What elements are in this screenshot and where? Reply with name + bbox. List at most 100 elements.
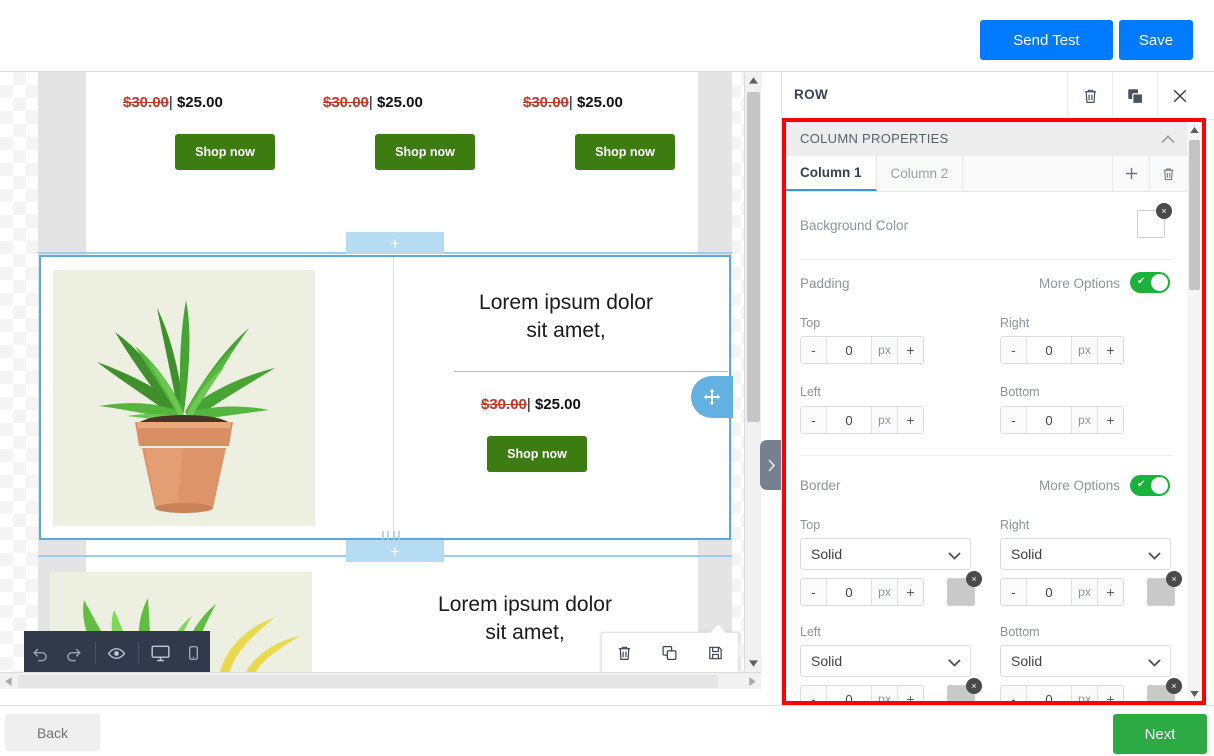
delete-column-button[interactable] (1150, 156, 1187, 191)
border-right-minus[interactable]: - (1001, 579, 1027, 605)
add-column-button[interactable] (1113, 156, 1150, 191)
border-top-value[interactable]: 0 (827, 579, 871, 605)
element-duplicate-button[interactable] (661, 644, 678, 662)
selected-row-price: $30.00| $25.00 (481, 396, 581, 413)
panel-scrollbar[interactable] (1187, 122, 1202, 701)
scroll-right-button[interactable] (744, 673, 761, 690)
desktop-view-button[interactable] (144, 631, 177, 675)
padding-bottom-stepper[interactable]: - 0 px + (1000, 406, 1124, 434)
border-left-color-picker[interactable]: × (947, 685, 975, 701)
workspace: $30.00| $25.00 Shop now $30.00| $25.00 S… (0, 72, 1214, 705)
row-drag-handle[interactable] (691, 376, 733, 418)
panel-scroll-down-button[interactable] (1187, 686, 1202, 701)
border-top-style-select[interactable]: Solid (800, 538, 971, 570)
border-right-style-select[interactable]: Solid (1000, 538, 1171, 570)
padding-left-minus[interactable]: - (801, 407, 827, 433)
canvas-hscroll-thumb[interactable] (18, 675, 718, 688)
back-button[interactable]: Back (5, 714, 100, 751)
background-color-picker[interactable]: × (1137, 210, 1165, 238)
border-top-color-picker[interactable]: × (947, 578, 975, 606)
border-top-color-clear-button[interactable]: × (966, 571, 982, 587)
scroll-left-button[interactable] (0, 673, 17, 690)
send-test-button[interactable]: Send Test (980, 20, 1113, 60)
border-top-plus[interactable]: + (897, 579, 923, 605)
border-bottom-color-clear-button[interactable]: × (1166, 678, 1182, 694)
chevron-right-icon (767, 459, 776, 472)
selected-row-block[interactable]: Lorem ipsum dolor sit amet, $30.00| $25.… (39, 255, 731, 540)
scroll-down-button[interactable] (745, 655, 762, 672)
canvas-scroll-thumb[interactable] (747, 92, 760, 422)
panel-scroll-thumb[interactable] (1189, 140, 1200, 290)
border-right-width-stepper[interactable]: - 0 px + (1000, 578, 1124, 606)
padding-right-stepper[interactable]: - 0 px + (1000, 336, 1124, 364)
product-old-price-3: $30.00 (523, 94, 569, 111)
padding-bottom-value[interactable]: 0 (1027, 407, 1071, 433)
border-left-minus[interactable]: - (801, 686, 827, 701)
plant-image[interactable] (53, 270, 315, 526)
border-left-plus[interactable]: + (897, 686, 923, 701)
undo-button[interactable] (24, 631, 57, 675)
insert-row-above-button[interactable]: + (346, 232, 444, 254)
border-left-color-clear-button[interactable]: × (966, 678, 982, 694)
border-left-width-stepper[interactable]: - 0 px + (800, 685, 924, 701)
section-collapse-button[interactable] (1161, 131, 1175, 149)
preview-button[interactable] (101, 631, 134, 675)
element-save-button[interactable] (707, 644, 724, 662)
border-top-minus[interactable]: - (801, 579, 827, 605)
panel-scroll-up-button[interactable] (1187, 122, 1202, 137)
selected-shop-now-button[interactable]: Shop now (487, 436, 587, 472)
border-top-width-stepper[interactable]: - 0 px + (800, 578, 924, 606)
border-more-options-toggle[interactable]: ✔ (1130, 475, 1170, 496)
padding-bottom-plus[interactable]: + (1097, 407, 1123, 433)
padding-top-plus[interactable]: + (897, 337, 923, 363)
column-properties-section-header[interactable]: COLUMN PROPERTIES (786, 122, 1187, 156)
tab-column-1[interactable]: Column 1 (786, 156, 877, 191)
element-delete-button[interactable] (616, 644, 633, 662)
panel-collapse-handle[interactable] (760, 440, 782, 490)
border-more-options-label: More Options (1039, 478, 1120, 493)
email-canvas[interactable]: $30.00| $25.00 Shop now $30.00| $25.00 S… (0, 72, 782, 705)
border-bottom-value[interactable]: 0 (1027, 686, 1071, 701)
border-right-color-picker[interactable]: × (1147, 578, 1175, 606)
border-bottom-width-stepper[interactable]: - 0 px + (1000, 685, 1124, 701)
padding-right-minus[interactable]: - (1001, 337, 1027, 363)
panel-close-button[interactable] (1157, 72, 1202, 119)
shop-now-button-2[interactable]: Shop now (375, 134, 475, 170)
shop-now-button-1[interactable]: Shop now (175, 134, 275, 170)
border-right-value[interactable]: 0 (1027, 579, 1071, 605)
selected-row-column-1[interactable] (41, 257, 393, 538)
save-button[interactable]: Save (1119, 20, 1193, 60)
row-duplicate-button[interactable] (1112, 72, 1157, 119)
padding-top-minus[interactable]: - (801, 337, 827, 363)
padding-left-value[interactable]: 0 (827, 407, 871, 433)
scroll-up-button[interactable] (745, 72, 762, 89)
padding-top-value[interactable]: 0 (827, 337, 871, 363)
border-left-value[interactable]: 0 (827, 686, 871, 701)
border-bottom-plus[interactable]: + (1097, 686, 1123, 701)
padding-more-options-toggle[interactable]: ✔ (1130, 272, 1170, 293)
padding-right-plus[interactable]: + (1097, 337, 1123, 363)
canvas-horizontal-scrollbar[interactable] (0, 672, 761, 689)
row-delete-button[interactable] (1067, 72, 1112, 119)
next-button[interactable]: Next (1113, 714, 1207, 754)
mobile-view-button[interactable] (177, 631, 210, 675)
padding-bottom-minus[interactable]: - (1001, 407, 1027, 433)
padding-left-plus[interactable]: + (897, 407, 923, 433)
tab-column-2[interactable]: Column 2 (877, 156, 964, 191)
canvas-vertical-scrollbar[interactable] (744, 72, 761, 672)
border-left-style-select[interactable]: Solid (800, 645, 971, 677)
border-right-plus[interactable]: + (1097, 579, 1123, 605)
border-bottom-minus[interactable]: - (1001, 686, 1027, 701)
padding-top-stepper[interactable]: - 0 px + (800, 336, 924, 364)
redo-button[interactable] (57, 631, 90, 675)
padding-right-value[interactable]: 0 (1027, 337, 1071, 363)
border-right-color-clear-button[interactable]: × (1166, 571, 1182, 587)
shop-now-button-3[interactable]: Shop now (575, 134, 675, 170)
border-bottom-style-select[interactable]: Solid (1000, 645, 1171, 677)
padding-left-stepper[interactable]: - 0 px + (800, 406, 924, 434)
padding-label: Padding (800, 276, 850, 291)
border-bottom-color-picker[interactable]: × (1147, 685, 1175, 701)
background-color-clear-button[interactable]: × (1156, 203, 1172, 219)
selected-row-heading[interactable]: Lorem ipsum dolor sit amet, (403, 289, 729, 345)
insert-row-below-button[interactable]: + (346, 540, 444, 562)
